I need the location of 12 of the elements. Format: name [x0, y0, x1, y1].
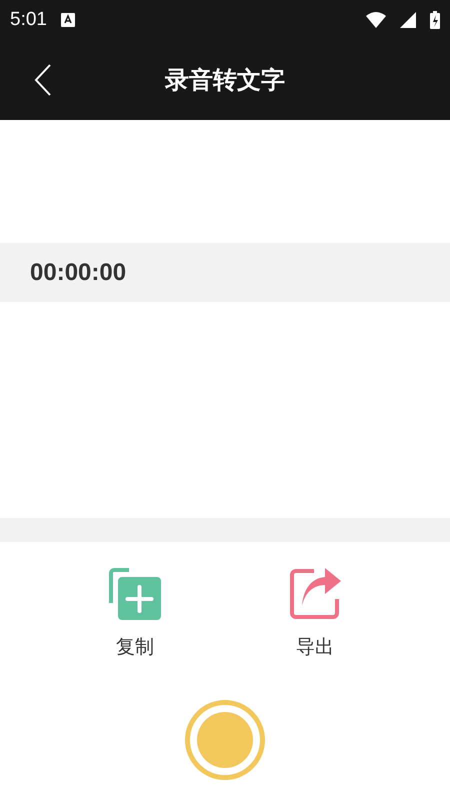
- copy-add-icon: [109, 568, 161, 620]
- share-icon: [289, 568, 341, 620]
- status-time: 5:01: [10, 9, 47, 31]
- keyboard-notification-icon: [60, 13, 75, 27]
- back-chevron-icon: [34, 64, 52, 96]
- copy-button[interactable]: 复制: [109, 568, 161, 660]
- export-button[interactable]: 导出: [289, 568, 341, 660]
- recording-timer: 00:00:00: [30, 258, 126, 286]
- signal-icon: [400, 12, 416, 28]
- wifi-icon: [366, 12, 386, 28]
- battery-charging-icon: [430, 11, 440, 29]
- page-title: 录音转文字: [165, 65, 285, 96]
